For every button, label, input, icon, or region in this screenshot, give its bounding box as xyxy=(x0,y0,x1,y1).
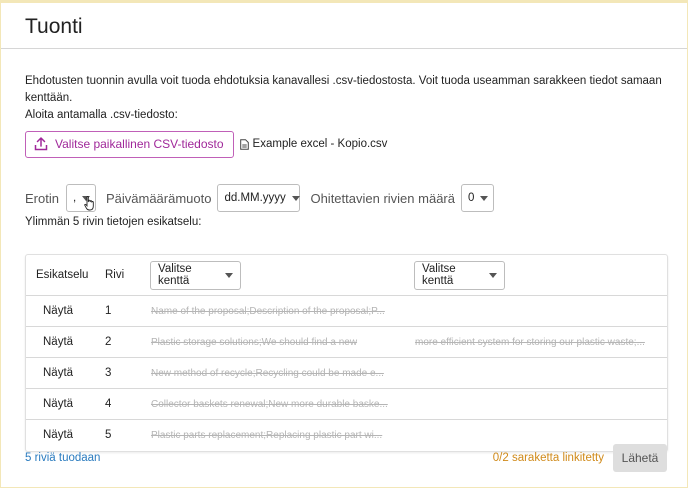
skip-rows-select[interactable]: 0 xyxy=(460,184,494,212)
select-csv-button[interactable]: Valitse paikallinen CSV-tiedosto xyxy=(25,130,234,158)
skip-rows-label: Ohitettavien rivien määrä xyxy=(310,190,455,206)
row-cell-column-1: Collector baskets renewal;New more durab… xyxy=(151,399,388,410)
row-number: 3 xyxy=(105,367,112,379)
row-number: 1 xyxy=(105,305,112,317)
table-row: Näytä 1 Name of the proposal;Description… xyxy=(26,296,667,327)
row-number: 2 xyxy=(105,336,112,348)
show-preview-link[interactable]: Näytä xyxy=(43,389,73,420)
table-header: Esikatselu Rivi Valitse kenttä Valitse k… xyxy=(26,255,667,296)
chevron-down-icon xyxy=(489,272,497,278)
date-format-select[interactable]: dd.MM.yyyy xyxy=(217,184,301,212)
field-select-2-label: Valitse kenttä xyxy=(422,263,456,287)
date-format-value: dd.MM.yyyy xyxy=(224,192,286,204)
page-title: Tuonti xyxy=(25,15,83,38)
show-preview-link[interactable]: Näytä xyxy=(43,327,73,358)
file-icon xyxy=(239,138,249,150)
selected-file: Example excel - Kopio.csv xyxy=(239,138,388,150)
dialog-header: Tuonti xyxy=(1,3,687,49)
send-button[interactable]: Lähetä xyxy=(613,444,667,472)
table-row: Näytä 3 New method of recycle;Recycling … xyxy=(26,358,667,389)
chevron-down-icon xyxy=(480,195,489,201)
row-cell-column-1: Plastic storage solutions;We should find… xyxy=(151,337,358,348)
chevron-down-icon xyxy=(225,272,233,278)
column-header-preview: Esikatselu xyxy=(36,269,89,281)
upload-row: Valitse paikallinen CSV-tiedosto Example… xyxy=(25,130,663,158)
field-select-1-label: Valitse kenttä xyxy=(158,263,192,287)
description: Ehdotusten tuonnin avulla voit tuoda ehd… xyxy=(25,73,663,124)
separator-select[interactable]: , xyxy=(65,184,96,212)
chevron-down-icon xyxy=(291,195,300,201)
dialog-content: Ehdotusten tuonnin avulla voit tuoda ehd… xyxy=(1,49,687,452)
column-header-row: Rivi xyxy=(105,269,125,281)
row-cell-column-1: Name of the proposal;Description of the … xyxy=(151,306,385,317)
linked-columns-info: 0/2 saraketta linkitetty xyxy=(492,452,604,464)
row-cell-column-2: more efficient system for storing our pl… xyxy=(415,337,645,348)
preview-table: Esikatselu Rivi Valitse kenttä Valitse k… xyxy=(25,254,668,452)
field-select-1[interactable]: Valitse kenttä xyxy=(150,260,241,290)
description-line-2: Aloita antamalla .csv-tiedosto: xyxy=(25,109,178,121)
dialog-footer: 5 riviä tuodaan 0/2 saraketta linkitetty… xyxy=(25,444,667,472)
show-preview-link[interactable]: Näytä xyxy=(43,358,73,389)
table-row: Näytä 2 Plastic storage solutions;We sho… xyxy=(26,327,667,358)
import-dialog: Tuonti Ehdotusten tuonnin avulla voit tu… xyxy=(0,0,688,488)
upload-icon xyxy=(34,137,48,151)
row-number: 4 xyxy=(105,398,112,410)
row-cell-column-1: New method of recycle;Recycling could be… xyxy=(151,368,384,379)
mouse-pointer-icon xyxy=(84,196,94,211)
row-cell-column-2 xyxy=(415,296,660,327)
table-row: Näytä 4 Collector baskets renewal;New mo… xyxy=(26,389,667,420)
rows-to-import-info: 5 riviä tuodaan xyxy=(25,452,101,464)
date-format-label: Päivämäärämuoto xyxy=(105,190,212,206)
separator-label: Erotin xyxy=(25,190,59,206)
description-line-1: Ehdotusten tuonnin avulla voit tuoda ehd… xyxy=(25,75,662,104)
separator-value: , xyxy=(72,192,77,204)
preview-label: Ylimmän 5 rivin tietojen esikatselu: xyxy=(25,216,202,228)
show-preview-link[interactable]: Näytä xyxy=(43,296,73,327)
row-cell-column-2 xyxy=(415,389,660,420)
row-cell-column-2 xyxy=(415,358,660,389)
selected-file-name: Example excel - Kopio.csv xyxy=(252,138,388,150)
field-select-2[interactable]: Valitse kenttä xyxy=(414,260,505,290)
skip-rows-value: 0 xyxy=(467,192,475,204)
select-csv-button-label: Valitse paikallinen CSV-tiedosto xyxy=(55,137,224,151)
import-options: Erotin , Päivämäärämuoto dd.MM.yyyy Ohit… xyxy=(25,184,663,212)
